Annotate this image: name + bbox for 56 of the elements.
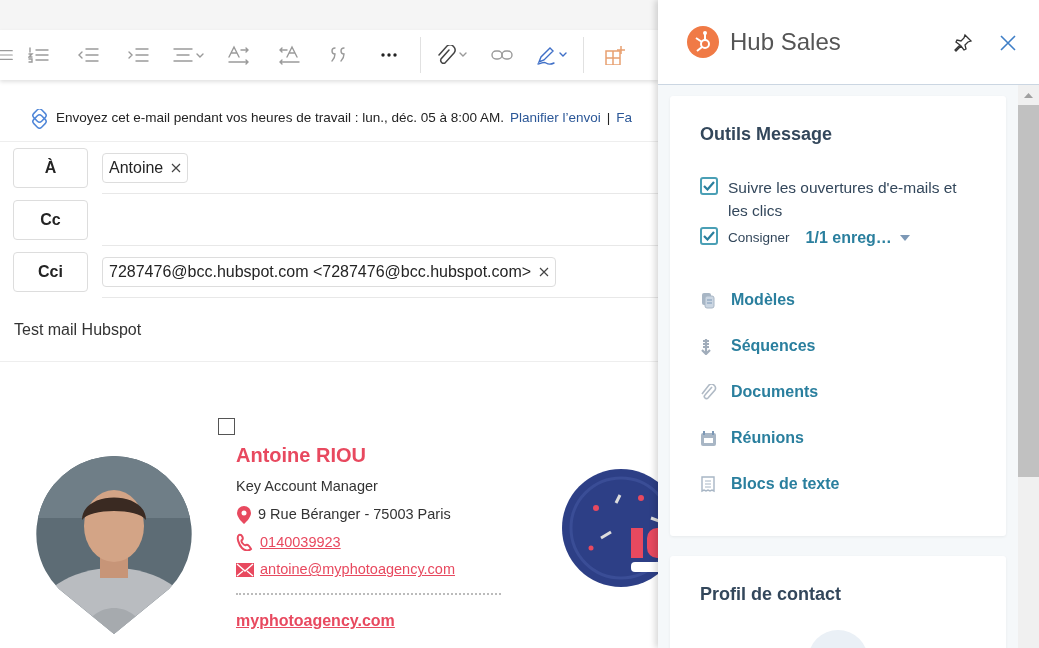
card-title: Outils Message <box>700 124 834 146</box>
phone-link[interactable]: 0140039923 <box>260 531 341 554</box>
phone-icon <box>236 533 254 552</box>
left-to-right-icon[interactable] <box>227 45 251 65</box>
recipient-field[interactable]: Antoine <box>102 142 658 194</box>
schedule-message: Envoyez cet e-mail pendant vos heures de travail : lun., déc. 05 à 8:00 AM. <box>56 109 504 128</box>
check-icon <box>703 231 715 242</box>
align-icon[interactable] <box>173 45 205 65</box>
schedule-icon <box>30 108 50 129</box>
calendar-icon <box>700 429 717 447</box>
subject-field[interactable]: Test mail Hubspot <box>0 298 658 362</box>
recipient-label-button[interactable]: Cc <box>13 200 88 240</box>
indent-icon[interactable] <box>128 45 150 65</box>
signature-pen-icon[interactable] <box>536 45 568 65</box>
remove-icon[interactable] <box>539 266 550 277</box>
log-dropdown[interactable]: 1/1 enreg… <box>805 226 910 251</box>
document-icon <box>700 475 717 493</box>
mail-icon <box>236 563 254 578</box>
checkbox-label: Consigner <box>728 229 790 248</box>
recipient-field[interactable]: 7287476@bcc.hubspot.com <7287476@bcc.hubspot.com> <box>102 246 658 298</box>
templates-icon <box>700 291 717 309</box>
tool-link[interactable]: Réunions <box>700 426 976 451</box>
attach-icon[interactable] <box>436 45 468 65</box>
email-link[interactable]: antoine@myphotoagency.com <box>260 559 455 581</box>
separator-text: | <box>606 109 611 128</box>
location-pin-icon <box>236 504 252 525</box>
tool-link[interactable]: Blocs de texte <box>700 472 976 497</box>
address-text: 9 Rue Béranger - 75003 Paris <box>258 504 451 524</box>
close-icon[interactable] <box>999 33 1017 52</box>
card-title: Profil de contact <box>700 584 843 606</box>
contact-name: Antoine RIOU <box>236 443 367 468</box>
pin-icon[interactable] <box>953 32 973 53</box>
tool-link[interactable]: Séquences <box>700 334 976 359</box>
checkbox-label: Suivre les ouvertures d'e-mails et les clics <box>728 177 958 221</box>
cut-off-link[interactable]: Fa <box>616 108 633 129</box>
checkbox[interactable] <box>700 176 718 195</box>
caret-icon <box>899 235 910 242</box>
schedule-link[interactable]: Planifier l’envoi <box>510 108 601 129</box>
outdent-icon[interactable] <box>78 45 100 65</box>
job-title: Key Account Manager <box>236 477 379 496</box>
panel-title: Hub Sales <box>730 27 842 57</box>
website-link[interactable]: myphotoagency.com <box>236 609 501 633</box>
attach-icon <box>700 383 717 401</box>
tool-link[interactable]: Documents <box>700 380 976 405</box>
image-placeholder-icon <box>218 418 236 436</box>
check-icon <box>703 180 715 191</box>
tool-link[interactable]: Modèles <box>700 288 976 313</box>
remove-icon[interactable] <box>171 162 182 173</box>
add-app-icon[interactable] <box>604 45 626 65</box>
checkbox[interactable] <box>700 227 718 246</box>
right-to-left-icon[interactable] <box>277 45 301 65</box>
scrollbar-thumb[interactable] <box>1018 105 1039 477</box>
recipient-label-button[interactable]: À <box>13 148 88 188</box>
recipient-label-button[interactable]: Cci <box>13 252 88 292</box>
numbered-list-icon[interactable] <box>28 45 50 65</box>
hubspot-logo-icon <box>686 25 720 59</box>
